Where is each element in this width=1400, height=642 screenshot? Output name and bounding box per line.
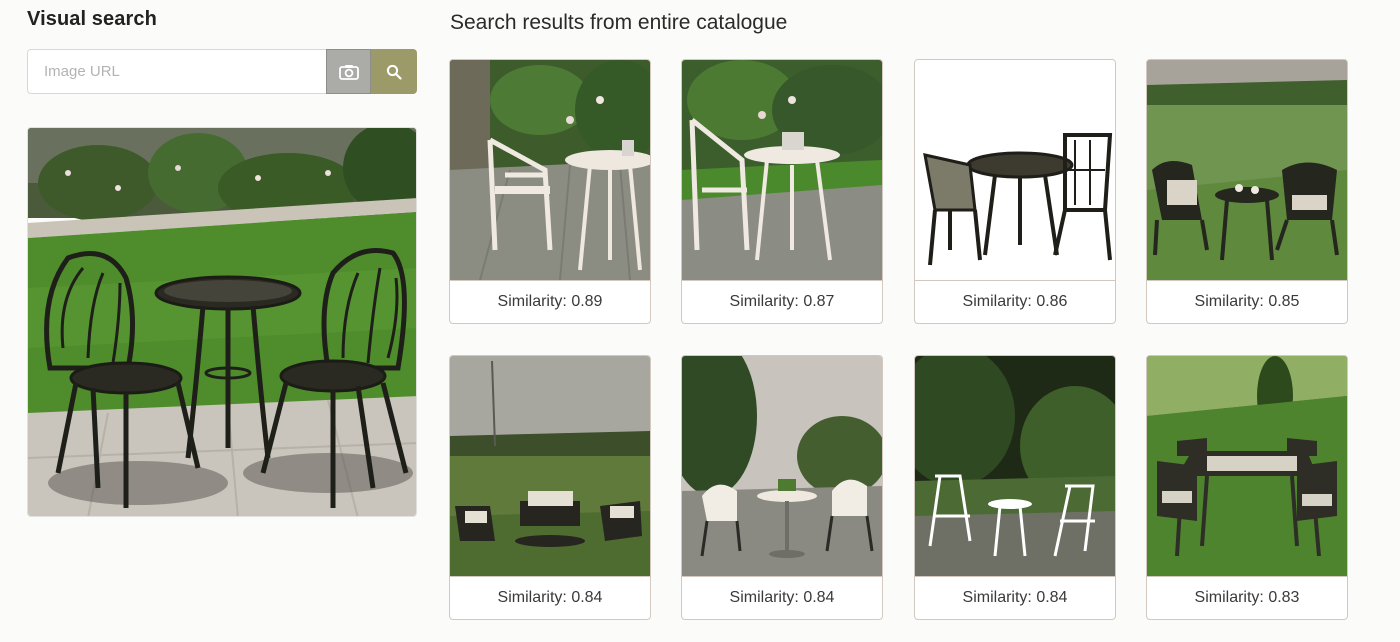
result-image bbox=[682, 60, 882, 280]
result-card[interactable]: Similarity: 0.85 bbox=[1146, 59, 1348, 324]
panel-title: Visual search bbox=[27, 8, 157, 30]
similarity-label: Similarity: 0.85 bbox=[1147, 280, 1347, 323]
similarity-label: Similarity: 0.89 bbox=[450, 280, 650, 323]
result-card[interactable]: Similarity: 0.89 bbox=[449, 59, 651, 324]
image-url-input[interactable] bbox=[27, 49, 326, 94]
similarity-label: Similarity: 0.86 bbox=[915, 280, 1115, 323]
result-image bbox=[450, 356, 650, 576]
similarity-label: Similarity: 0.84 bbox=[915, 576, 1115, 619]
results-title: Search results from entire catalogue bbox=[450, 11, 788, 34]
result-card[interactable]: Similarity: 0.87 bbox=[681, 59, 883, 324]
result-card[interactable]: Similarity: 0.84 bbox=[914, 355, 1116, 620]
result-image bbox=[1147, 356, 1347, 576]
search-bar bbox=[27, 49, 417, 94]
similarity-label: Similarity: 0.84 bbox=[450, 576, 650, 619]
search-icon bbox=[386, 64, 402, 80]
result-card[interactable]: Similarity: 0.84 bbox=[449, 355, 651, 620]
similarity-label: Similarity: 0.83 bbox=[1147, 576, 1347, 619]
similarity-label: Similarity: 0.87 bbox=[682, 280, 882, 323]
search-button[interactable] bbox=[371, 49, 417, 94]
result-image bbox=[682, 356, 882, 576]
result-image bbox=[915, 356, 1115, 576]
result-card[interactable]: Similarity: 0.83 bbox=[1146, 355, 1348, 620]
similarity-label: Similarity: 0.84 bbox=[682, 576, 882, 619]
result-image bbox=[915, 60, 1115, 280]
camera-button[interactable] bbox=[326, 49, 371, 94]
result-image bbox=[450, 60, 650, 280]
query-image bbox=[27, 127, 417, 517]
result-card[interactable]: Similarity: 0.86 bbox=[914, 59, 1116, 324]
camera-icon bbox=[338, 64, 359, 80]
result-image bbox=[1147, 60, 1347, 280]
result-card[interactable]: Similarity: 0.84 bbox=[681, 355, 883, 620]
